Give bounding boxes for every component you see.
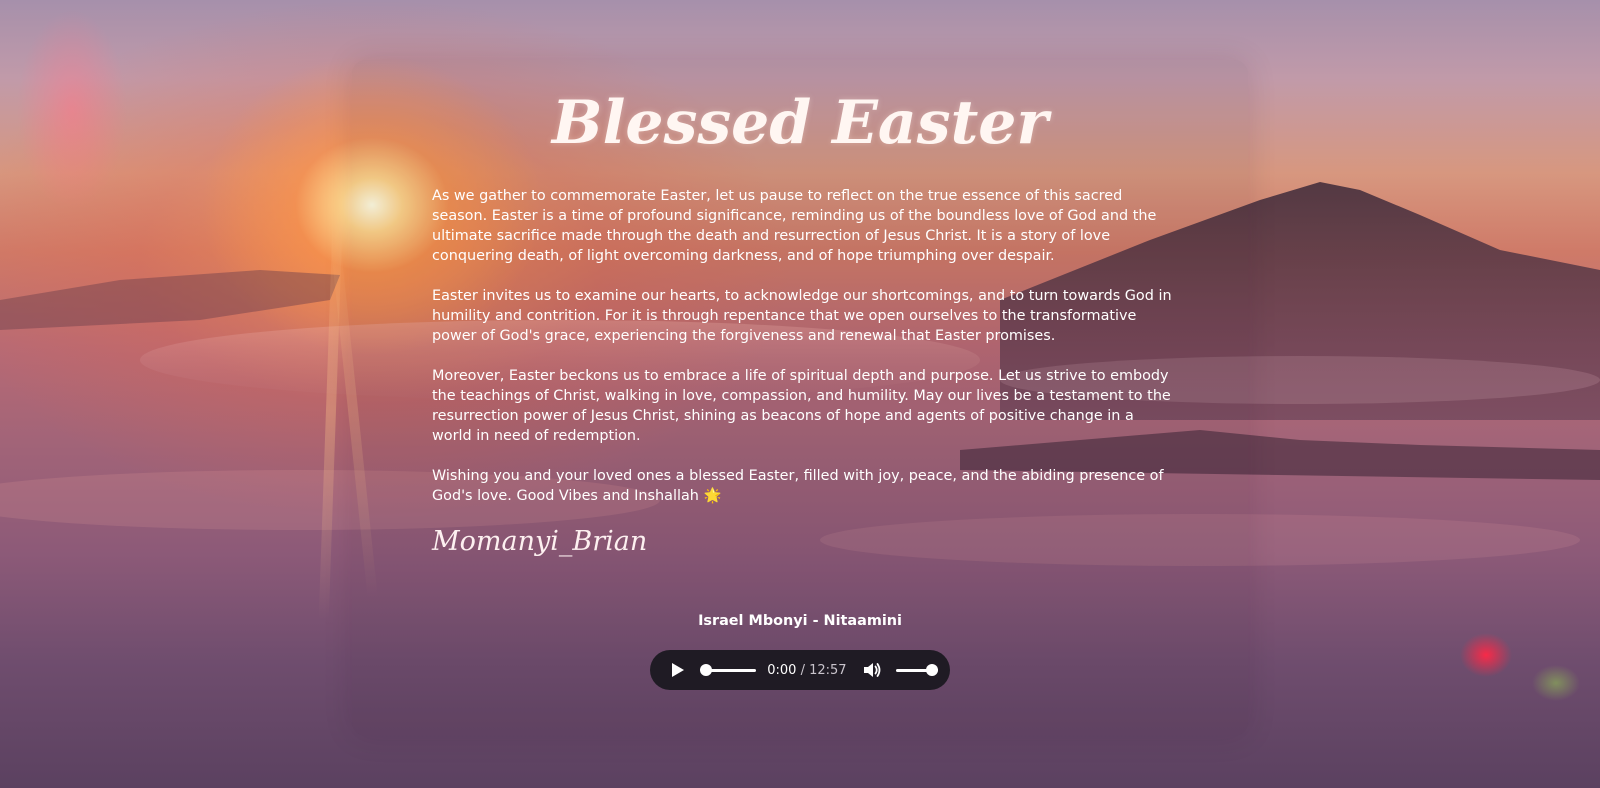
- play-icon: [671, 663, 684, 677]
- duration: 12:57: [809, 662, 847, 678]
- speaker-icon: [863, 663, 880, 677]
- seek-handle[interactable]: [700, 664, 713, 676]
- page-title: Blessed Easter: [551, 88, 1049, 158]
- current-time: 0:00: [767, 662, 797, 678]
- volume-slider[interactable]: [895, 663, 938, 677]
- seek-slider[interactable]: [700, 663, 757, 677]
- message-paragraph: Wishing you and your loved ones a blesse…: [432, 468, 1164, 504]
- audio-player: 0:00 / 12:57: [650, 650, 950, 690]
- author-signature: Momanyi_Brian: [432, 526, 648, 557]
- message-paragraph: Moreover, Easter beckons us to embrace a…: [432, 368, 1171, 444]
- time-display: 0:00 / 12:57: [767, 663, 846, 678]
- song-title: Israel Mbonyi - Nitaamini: [698, 613, 902, 629]
- play-button[interactable]: [668, 659, 687, 681]
- easter-message: As we gather to commemorate Easter, let …: [432, 186, 1172, 526]
- time-separator: /: [800, 662, 810, 678]
- message-paragraph: As we gather to commemorate Easter, let …: [432, 188, 1157, 264]
- message-paragraph: Easter invites us to examine our hearts,…: [432, 288, 1172, 344]
- volume-handle[interactable]: [925, 664, 938, 676]
- mute-button[interactable]: [862, 660, 882, 680]
